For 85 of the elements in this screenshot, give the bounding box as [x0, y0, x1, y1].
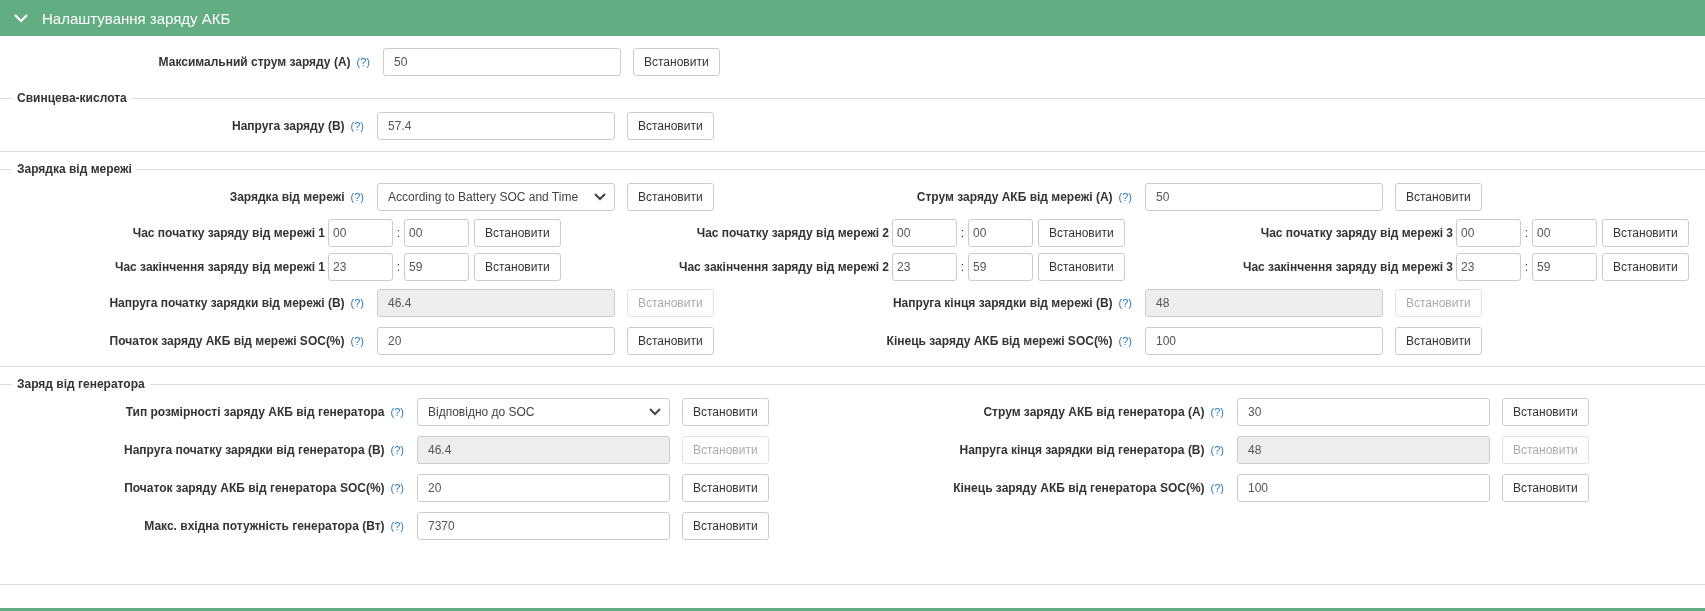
field-label: Кінець заряду АКБ від мережі SOC(%) — [886, 334, 1113, 348]
field-label: Напруга початку зарядки від мережі (В) — [109, 296, 345, 310]
set-button[interactable]: Встановити — [1395, 183, 1482, 211]
input-field[interactable]: 50 — [1145, 183, 1383, 211]
help-link[interactable]: (?) — [350, 335, 364, 347]
field-label: Напруга заряду (В) — [232, 119, 345, 133]
field-label: Напруга початку зарядки від генератора (В) — [124, 443, 385, 457]
minutes-field[interactable]: 00 — [1532, 219, 1597, 247]
help-link[interactable]: (?) — [1210, 406, 1224, 418]
set-button[interactable]: Встановити — [627, 327, 714, 355]
field-label: Час початку заряду від мережі 1 — [132, 226, 325, 240]
set-button[interactable]: Встановити — [627, 112, 714, 140]
field-label: Час початку заряду від мережі 2 — [696, 226, 889, 240]
set-button[interactable]: Встановити — [682, 398, 769, 426]
input-field[interactable]: 57.4 — [377, 112, 615, 140]
help-link[interactable]: (?) — [1118, 335, 1132, 347]
time-separator: : — [1523, 260, 1530, 274]
help-link[interactable]: (?) — [390, 520, 404, 532]
help-link[interactable]: (?) — [1118, 191, 1132, 203]
section-title: Заряд від генератора — [17, 377, 145, 391]
set-button[interactable]: Встановити — [1038, 253, 1125, 281]
minutes-field[interactable]: 59 — [1532, 253, 1597, 281]
set-button[interactable]: Встановити — [1395, 327, 1482, 355]
field-label: Максимальний струм заряду (A) — [158, 55, 351, 69]
field-label: Час закінчення заряду від мережі 3 — [1243, 260, 1453, 274]
dropdown[interactable]: According to Battery SOC and Time — [377, 183, 615, 211]
field-label: Початок заряду АКБ від генератора SOC(%) — [124, 481, 385, 495]
set-button[interactable]: Встановити — [682, 474, 769, 502]
time-separator: : — [395, 226, 402, 240]
time-separator: : — [959, 260, 966, 274]
set-button[interactable]: Встановити — [1502, 398, 1589, 426]
field-label: Струм заряду АКБ від мережі (A) — [916, 190, 1113, 204]
help-link[interactable]: (?) — [356, 56, 370, 68]
field-label: Час початку заряду від мережі 3 — [1260, 226, 1453, 240]
dropdown[interactable]: Відповідно до SOC — [417, 398, 670, 426]
minutes-field[interactable]: 59 — [968, 253, 1033, 281]
hours-field[interactable]: 23 — [328, 253, 393, 281]
section-title: Свинцева-кислота — [17, 91, 127, 105]
input-field[interactable]: 100 — [1145, 327, 1383, 355]
field-label: Кінець заряду АКБ від генератора SOC(%) — [953, 481, 1205, 495]
hours-field[interactable]: 23 — [1456, 253, 1521, 281]
field-label: Початок заряду АКБ від мережі SOC(%) — [109, 334, 345, 348]
set-button[interactable]: Встановити — [1602, 219, 1689, 247]
hours-field[interactable]: 00 — [1456, 219, 1521, 247]
time-separator: : — [1523, 226, 1530, 240]
help-link[interactable]: (?) — [390, 406, 404, 418]
help-link[interactable]: (?) — [1210, 482, 1224, 494]
set-button[interactable]: Встановити — [627, 183, 714, 211]
minutes-field[interactable]: 59 — [404, 253, 469, 281]
section-title: Зарядка від мережі — [17, 162, 132, 176]
set-button[interactable]: Встановити — [633, 48, 720, 76]
field-label: Напруга кінця зарядки від генератора (В) — [959, 443, 1205, 457]
chevron-icon — [14, 13, 28, 23]
input-field[interactable]: 30 — [1237, 398, 1490, 426]
set-button[interactable]: Встановити — [474, 219, 561, 247]
minutes-field[interactable]: 00 — [404, 219, 469, 247]
set-button[interactable]: Встановити — [682, 512, 769, 540]
hours-field[interactable]: 23 — [892, 253, 957, 281]
set-button[interactable]: Встановити — [1038, 219, 1125, 247]
input-field[interactable]: 50 — [383, 48, 621, 76]
input-field[interactable]: 20 — [377, 327, 615, 355]
panel-title: Налаштування заряду АКБ — [42, 9, 231, 27]
set-button[interactable]: Встановити — [1502, 474, 1589, 502]
field-label: Макс. вхідна потужність генератора (Вт) — [144, 519, 385, 533]
help-link[interactable]: (?) — [390, 482, 404, 494]
hours-field[interactable]: 00 — [892, 219, 957, 247]
hours-field[interactable]: 00 — [328, 219, 393, 247]
field-label: Час закінчення заряду від мережі 2 — [679, 260, 889, 274]
input-field[interactable]: 20 — [417, 474, 670, 502]
help-link[interactable]: (?) — [350, 191, 364, 203]
time-separator: : — [395, 260, 402, 274]
chevron-icon — [649, 408, 661, 416]
input-field[interactable]: 100 — [1237, 474, 1490, 502]
set-button[interactable]: Встановити — [474, 253, 561, 281]
set-button[interactable]: Встановити — [1602, 253, 1689, 281]
help-link[interactable]: (?) — [350, 120, 364, 132]
field-label: Час закінчення заряду від мережі 1 — [115, 260, 325, 274]
time-separator: : — [959, 226, 966, 240]
field-label: Зарядка від мережі — [229, 190, 345, 204]
field-label: Струм заряду АКБ від генератора (A) — [983, 405, 1205, 419]
input-field[interactable]: 7370 — [417, 512, 670, 540]
minutes-field[interactable]: 00 — [968, 219, 1033, 247]
chevron-icon — [594, 193, 606, 201]
field-label: Тип розмірності заряду АКБ від генератора — [125, 405, 385, 419]
field-label: Напруга кінця зарядки від мережі (В) — [892, 296, 1113, 310]
